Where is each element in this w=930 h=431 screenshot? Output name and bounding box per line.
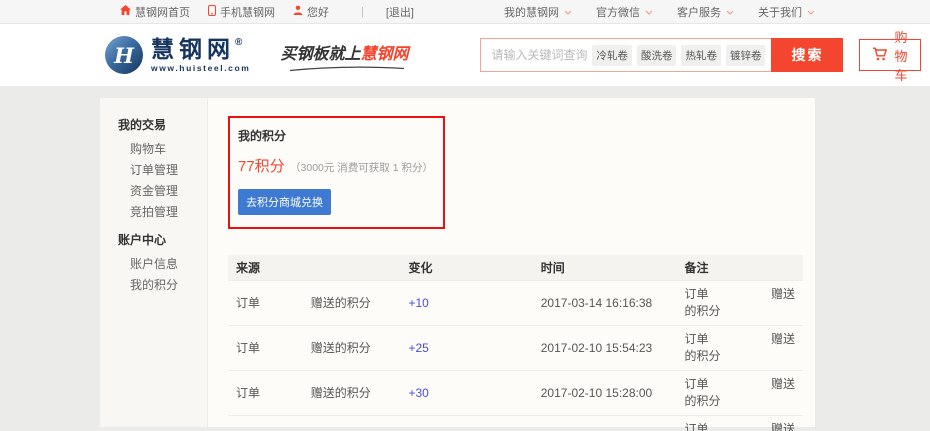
cell-time: 2017-01-05 15:01:52 [533,416,677,431]
sidebar-item-orders[interactable]: 订单管理 [100,160,207,181]
cell-time: 2017-02-10 15:28:00 [533,371,677,416]
sidebar-item-cart[interactable]: 购物车 [100,139,207,160]
chevron-down-icon [564,6,572,18]
separator: | [361,6,364,18]
points-title: 我的积分 [238,127,433,144]
slogan-prefix: 买钢板就上 [280,44,360,63]
topbar-link-home[interactable]: 慧钢网首页 [120,4,190,20]
logout-link[interactable]: [退出] [386,4,414,20]
cart-label: 购物车 [894,27,907,84]
chevron-down-icon [645,6,653,18]
table-row: 订单 赠送的积分 +12 2017-01-05 15:01:52 订单赠送的积分 [228,416,803,431]
home-icon [120,5,131,18]
topbar-greeting: 您好 [293,4,329,20]
table-header-row: 来源 变化 时间 备注 [228,255,803,281]
cart-icon [872,47,888,64]
hot-keyword[interactable]: 热轧卷 [681,45,721,66]
slogan-underline [288,65,406,72]
cell-time: 2017-03-14 16:16:38 [533,281,677,326]
cell-remark: 订单赠送的积分 [677,326,804,371]
slogan-brand: 慧钢网 [360,44,408,63]
sidebar-item-funds[interactable]: 资金管理 [100,181,207,202]
greeting-label: 您好 [307,4,329,20]
topbar-menu-about[interactable]: 关于我们 [758,4,815,20]
sidebar-item-my-points[interactable]: 我的积分 [100,275,207,296]
table-row: 订单 赠送的积分 +25 2017-02-10 15:54:23 订单赠送的积分 [228,326,803,371]
topbar-menu-wechat[interactable]: 官方微信 [596,4,653,20]
topbar-link-label: 手机慧钢网 [220,4,275,20]
points-value: 77积分 [238,158,285,175]
topbar-menu-my-account[interactable]: 我的慧钢网 [504,4,572,20]
logo-name: 慧钢网® [151,38,250,61]
column-header-source: 来源 [228,255,303,281]
cell-remark: 订单赠送的积分 [677,416,804,431]
cell-source-detail: 赠送的积分 [303,371,401,416]
sidebar-section-account: 账户中心 [100,223,207,254]
menu-label: 官方微信 [596,4,640,20]
hot-keyword[interactable]: 镀锌卷 [726,45,766,66]
top-utility-bar: 慧钢网首页 手机慧钢网 您好 | [退出] 我的慧钢网 官方微信 客户服务 关于… [0,0,930,24]
sidebar-item-account-info[interactable]: 账户信息 [100,254,207,275]
topbar-link-label: 慧钢网首页 [135,4,190,20]
cell-source: 订单 [228,371,303,416]
cell-change: +12 [401,416,533,431]
exchange-button[interactable]: 去积分商城兑换 [238,189,331,215]
menu-label: 我的慧钢网 [504,4,559,20]
chevron-down-icon [726,6,734,18]
site-logo[interactable]: H 慧钢网® www.huisteel.com [105,36,250,74]
cart-button[interactable]: 购物车 [859,39,920,71]
cell-change: +25 [401,326,533,371]
cell-remark: 订单赠送的积分 [677,371,804,416]
chevron-down-icon [807,6,815,18]
hot-keyword[interactable]: 冷轧卷 [592,45,632,66]
cell-change: +30 [401,371,533,416]
phone-icon [208,5,216,19]
cell-source: 订单 [228,326,303,371]
user-icon [293,5,303,18]
cell-source-detail: 赠送的积分 [303,416,401,431]
logo-domain: www.huisteel.com [151,64,250,73]
points-note: （3000元 消费可获取 1 积分） [290,162,433,174]
menu-label: 客户服务 [677,4,721,20]
column-header-change: 变化 [401,255,533,281]
cell-source: 订单 [228,416,303,431]
search-input[interactable] [491,48,587,62]
main-panel: 我的积分 77积分 （3000元 消费可获取 1 积分） 去积分商城兑换 来源 … [208,98,815,427]
points-history-table: 来源 变化 时间 备注 订单 赠送的积分 +10 2017-03-14 16:1… [228,255,803,431]
column-header-remark: 备注 [677,255,804,281]
cell-time: 2017-02-10 15:54:23 [533,326,677,371]
table-row: 订单 赠送的积分 +30 2017-02-10 15:28:00 订单赠送的积分 [228,371,803,416]
points-summary-box: 我的积分 77积分 （3000元 消费可获取 1 积分） 去积分商城兑换 [228,116,445,229]
sidebar-section-trade: 我的交易 [100,108,207,139]
menu-label: 关于我们 [758,4,802,20]
cell-source: 订单 [228,281,303,326]
registered-mark: ® [235,37,242,48]
search-button[interactable]: 搜索 [771,38,843,72]
cell-remark: 订单赠送的积分 [677,281,804,326]
page-content: 我的交易 购物车 订单管理 资金管理 竞拍管理 账户中心 账户信息 我的积分 我… [100,98,815,427]
table-row: 订单 赠送的积分 +10 2017-03-14 16:16:38 订单赠送的积分 [228,281,803,326]
cell-change: +10 [401,281,533,326]
topbar-link-mobile[interactable]: 手机慧钢网 [208,4,275,20]
site-slogan: 买钢板就上慧钢网 [280,40,408,70]
column-header-time: 时间 [533,255,677,281]
account-sidebar: 我的交易 购物车 订单管理 资金管理 竞拍管理 账户中心 账户信息 我的积分 [100,98,208,427]
hot-keyword[interactable]: 酸洗卷 [637,45,677,66]
site-header: H 慧钢网® www.huisteel.com 买钢板就上慧钢网 冷轧卷 酸洗卷… [0,24,930,86]
logo-icon: H [105,36,143,74]
search-bar: 冷轧卷 酸洗卷 热轧卷 镀锌卷 搜索 [480,38,843,72]
cell-source-detail: 赠送的积分 [303,326,401,371]
cell-source-detail: 赠送的积分 [303,281,401,326]
column-header-blank [303,255,401,281]
sidebar-item-auction[interactable]: 竞拍管理 [100,202,207,223]
topbar-menu-service[interactable]: 客户服务 [677,4,734,20]
